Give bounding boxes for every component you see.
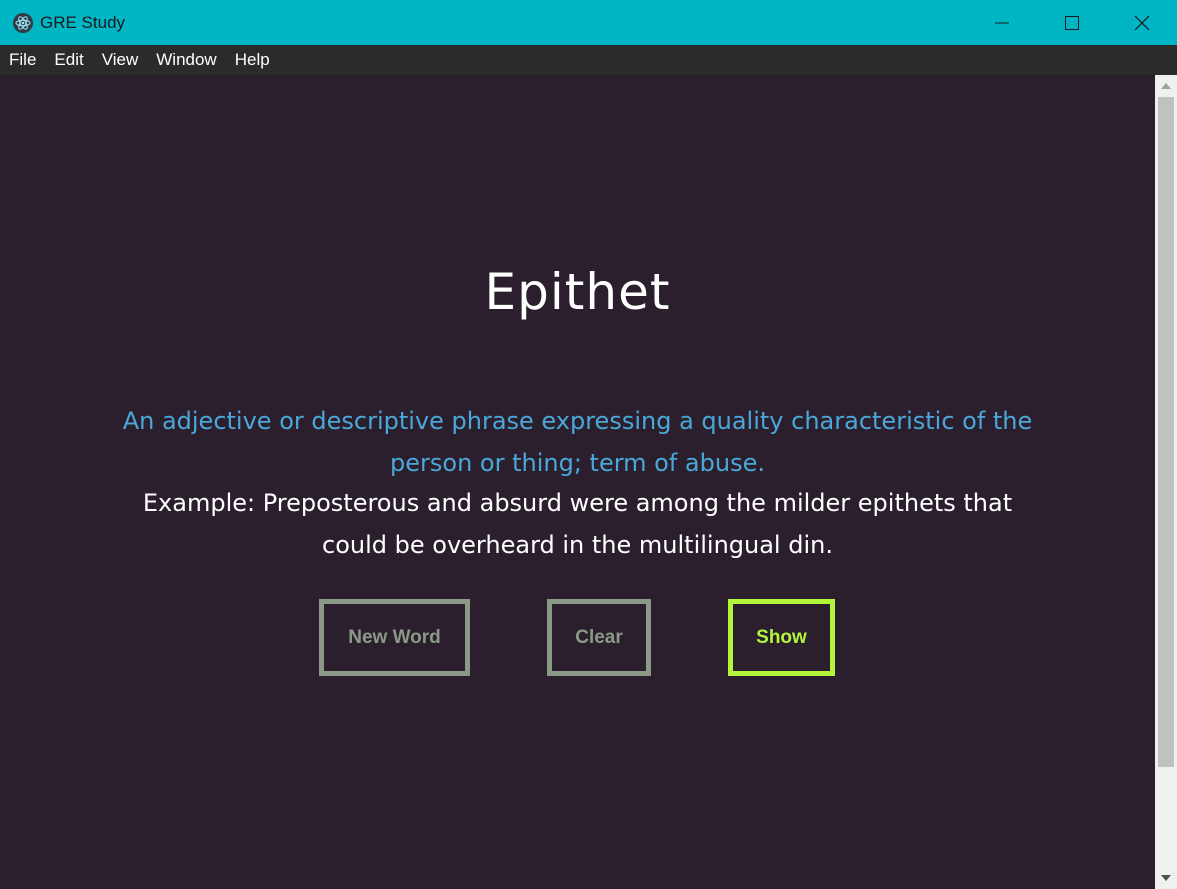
new-word-button[interactable]: New Word (319, 599, 470, 676)
vertical-scrollbar[interactable] (1155, 75, 1177, 889)
window-title: GRE Study (40, 12, 126, 32)
title-bar[interactable]: GRE Study (0, 0, 1177, 45)
word-definition: An adjective or descriptive phrase expre… (122, 407, 1033, 477)
scroll-down-button[interactable] (1155, 867, 1177, 889)
menu-item-view[interactable]: View (93, 45, 148, 75)
word-example: Example: Preposterous and absurd were am… (142, 489, 1013, 559)
menu-bar: File Edit View Window Help (0, 45, 1177, 75)
minimize-icon (995, 22, 1009, 23)
close-button[interactable] (1107, 0, 1177, 45)
app-window: GRE Study File Edit View Window Help Epi… (0, 0, 1177, 889)
scroll-thumb[interactable] (1158, 97, 1174, 767)
maximize-button[interactable] (1037, 0, 1107, 45)
close-icon (1134, 15, 1150, 30)
electron-atom-icon (12, 12, 34, 34)
study-card: Epithet An adjective or descriptive phra… (0, 75, 1155, 889)
vocab-word: Epithet (484, 263, 671, 321)
maximize-icon (1065, 15, 1079, 30)
scroll-up-button[interactable] (1155, 75, 1177, 97)
menu-item-window[interactable]: Window (147, 45, 225, 75)
window-controls (967, 0, 1177, 45)
minimize-button[interactable] (967, 0, 1037, 45)
scroll-up-arrow-icon (1161, 83, 1171, 89)
menu-item-edit[interactable]: Edit (45, 45, 92, 75)
clear-button[interactable]: Clear (547, 599, 651, 676)
show-button[interactable]: Show (728, 599, 835, 676)
menu-item-file[interactable]: File (0, 45, 45, 75)
scroll-down-arrow-icon (1161, 875, 1171, 881)
menu-item-help[interactable]: Help (226, 45, 279, 75)
